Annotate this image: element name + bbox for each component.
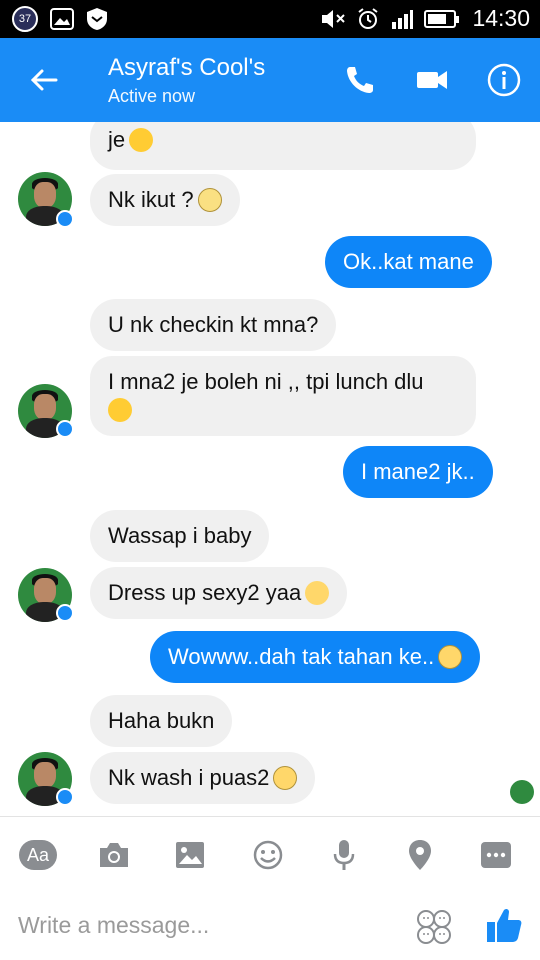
phone-icon[interactable]: [342, 62, 378, 98]
seen-receipt-avatar: [510, 780, 534, 804]
message-bubble-outgoing[interactable]: Wowww..dah tak tahan ke..: [150, 631, 481, 683]
gallery-icon[interactable]: [170, 835, 210, 875]
video-camera-icon[interactable]: [414, 62, 450, 98]
messenger-badge-icon: [56, 788, 74, 806]
message-bubble[interactable]: Dress up sexy2 yaa: [90, 567, 348, 619]
message-bubble[interactable]: I mna2 je boleh ni ,, tpi lunch dlu: [90, 356, 476, 436]
image-notification-icon: [50, 8, 74, 30]
messenger-badge-icon: [56, 210, 74, 228]
smirk-emoji-icon: [273, 766, 298, 790]
heart-eyes-emoji-icon: [305, 581, 330, 605]
contact-info[interactable]: Asyraf's Cool's Active now: [108, 54, 265, 107]
chat-header: Asyraf's Cool's Active now: [0, 38, 540, 122]
alarm-icon: [358, 7, 379, 29]
stickers-icon[interactable]: [414, 907, 454, 947]
message-bubble[interactable]: U nk checkin kt mna?: [90, 299, 337, 351]
happy-emoji-icon: [108, 398, 132, 422]
info-icon[interactable]: [486, 62, 522, 98]
message-bubble-outgoing[interactable]: Ok..kat mane: [325, 236, 492, 288]
message-bubble[interactable]: Haha bukn: [90, 695, 233, 747]
battery-icon: [424, 9, 460, 28]
text-format-button[interactable]: Aa: [18, 835, 58, 875]
mute-icon: [322, 9, 346, 28]
signal-icon: [392, 9, 414, 29]
grin-emoji-icon: [438, 645, 463, 669]
aa-label: Aa: [19, 840, 57, 870]
messenger-badge-icon: [56, 604, 74, 622]
microphone-icon[interactable]: [324, 835, 364, 875]
notification-count-badge: 37: [12, 6, 38, 32]
camera-icon[interactable]: [94, 835, 134, 875]
location-icon[interactable]: [400, 835, 440, 875]
message-list[interactable]: je Nk ikut ? Ok..kat mane U nk checkin k…: [0, 122, 540, 816]
message-input[interactable]: [18, 907, 398, 943]
contact-name: Asyraf's Cool's: [108, 54, 266, 81]
message-bubble[interactable]: je: [90, 122, 476, 170]
more-icon[interactable]: [476, 835, 516, 875]
message-bubble[interactable]: Nk wash i puas2: [90, 752, 316, 804]
status-bar: 37 14:30: [0, 0, 540, 38]
message-bubble[interactable]: Wassap i baby: [90, 510, 270, 562]
happy-emoji-icon: [129, 128, 154, 152]
message-bubble-outgoing[interactable]: I mane2 jk..: [343, 446, 493, 498]
emoji-icon[interactable]: [248, 835, 288, 875]
message-bubble[interactable]: Nk ikut ?: [90, 174, 240, 226]
back-arrow-icon[interactable]: [26, 62, 62, 98]
active-status: Active now: [108, 86, 196, 106]
like-thumb-icon[interactable]: [484, 905, 524, 945]
clock: 14:30: [472, 5, 530, 31]
composer: Aa: [0, 816, 540, 960]
messenger-badge-icon: [56, 420, 74, 438]
shield-icon: [87, 8, 107, 30]
smile-emoji-icon: [197, 188, 222, 212]
